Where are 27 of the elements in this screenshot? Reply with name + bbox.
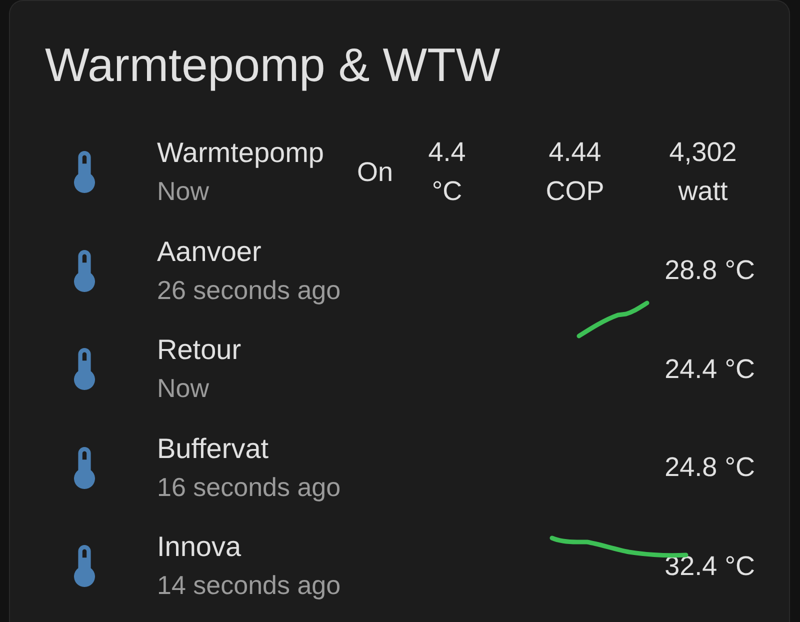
attribute-unit: °C: [432, 175, 462, 208]
entity-name: Warmtepomp: [157, 136, 324, 170]
last-changed-text: Now: [157, 372, 210, 406]
attribute-value: 4.44: [548, 136, 602, 170]
attribute-unit: COP: [546, 175, 604, 208]
entity-name: Aanvoer: [157, 234, 262, 269]
sensor-value: 24.8 °C: [664, 451, 755, 484]
entity-name: Buffervat: [157, 432, 269, 466]
thermometer-icon: [74, 545, 95, 588]
thermometer-icon: [74, 348, 95, 390]
attribute-value: 4.4: [428, 136, 466, 170]
sensor-value: 24.4 °C: [664, 352, 755, 386]
attribute-unit: watt: [678, 175, 728, 208]
last-changed-text: 26 seconds ago: [157, 274, 341, 307]
sensor-value: 28.8 °C: [664, 254, 755, 288]
sensor-value: 32.4 °C: [664, 550, 755, 583]
entity-name: Retour: [157, 333, 242, 368]
thermometer-icon: [74, 250, 95, 292]
entity-name: Innova: [157, 530, 242, 564]
state-text: On: [356, 156, 393, 189]
last-changed-text: 14 seconds ago: [157, 569, 341, 602]
last-changed-text: 16 seconds ago: [157, 470, 341, 504]
thermometer-icon: [74, 151, 95, 194]
last-changed-text: Now: [157, 175, 210, 208]
card-title: Warmtepomp & WTW: [45, 37, 500, 93]
attribute-value: 4,302: [669, 136, 737, 170]
thermometer-icon: [74, 446, 95, 489]
